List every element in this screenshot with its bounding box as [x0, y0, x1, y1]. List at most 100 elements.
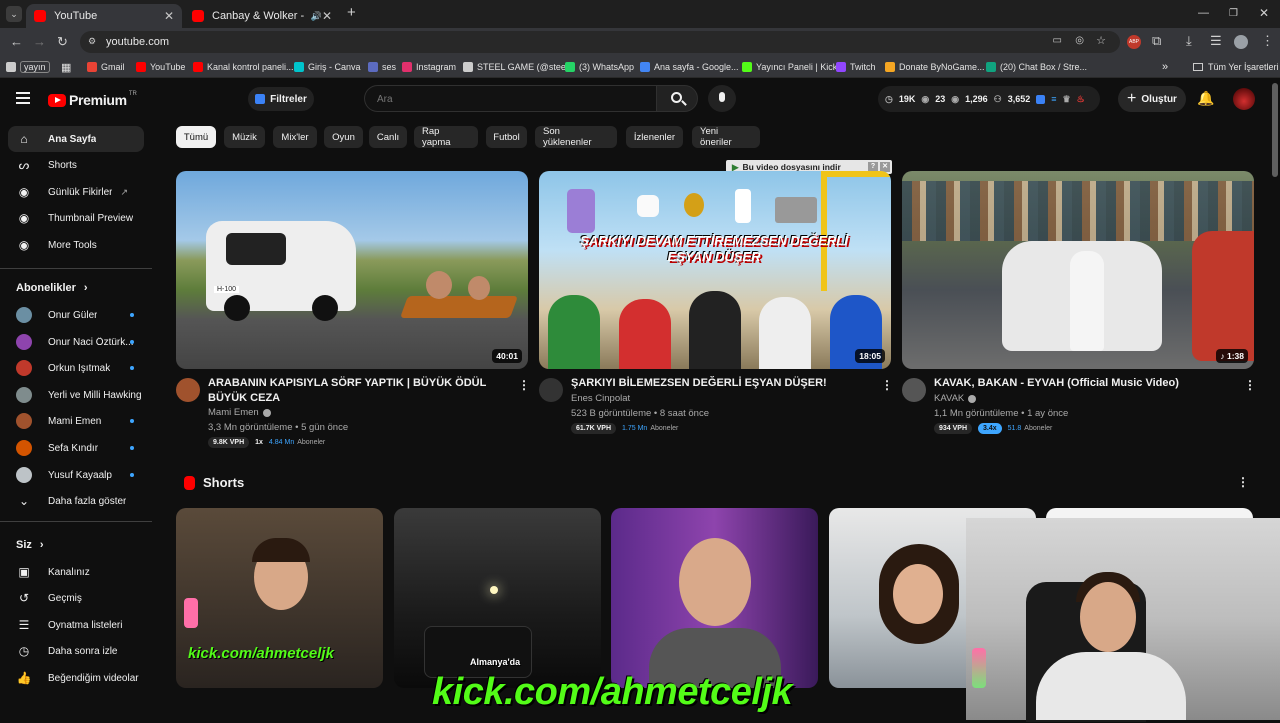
media-icon[interactable]: ☰ — [1210, 34, 1222, 48]
forward-icon[interactable]: → — [33, 35, 46, 49]
video-title[interactable]: ARABANIN KAPISIYLA SÖRF YAPTIK | BÜYÜK Ö… — [208, 376, 504, 406]
sidebar-item[interactable]: Mami Emen — [8, 408, 144, 434]
sidebar-item[interactable]: ᔕ Shorts — [8, 152, 144, 178]
short-card[interactable]: kick.com/ahmetceljk — [176, 508, 383, 688]
bookmark-item[interactable]: Yayıncı Paneli | Kick — [742, 60, 837, 74]
channel-avatar[interactable] — [902, 378, 926, 402]
sidebar-item[interactable]: 👍 Beğendiğim videolar — [8, 665, 144, 691]
new-tab-button[interactable]: + — [347, 5, 356, 20]
sidebar-item[interactable]: ↺ Geçmiş — [8, 585, 144, 611]
filters-button[interactable]: Filtreler — [248, 87, 314, 111]
video-title[interactable]: ŞARKIYI BİLEMEZSEN DEĞERLİ EŞYAN DÜŞER! — [571, 376, 867, 391]
site-info-icon[interactable]: ⚙ — [88, 36, 96, 47]
notifications-bell-icon[interactable]: 🔔 — [1197, 90, 1214, 107]
download-icon[interactable]: ⤓ — [1186, 34, 1192, 48]
you-header[interactable]: Siz › — [16, 539, 44, 551]
profile-avatar-icon[interactable] — [1234, 35, 1248, 49]
bookmark-item[interactable]: Donate ByNoGame... — [885, 60, 985, 74]
youtube-premium-logo[interactable]: Premium TR — [48, 91, 137, 109]
bookmark-item[interactable]: STEEL GAME (@stee... — [463, 60, 573, 74]
search-box[interactable] — [364, 85, 656, 112]
filter-chip[interactable]: Son yüklenenler — [535, 126, 617, 148]
video-thumbnail[interactable]: H-100 40:01 — [176, 171, 528, 369]
close-tab-icon[interactable]: ✕ — [322, 9, 332, 23]
audio-icon[interactable]: 🔊 — [311, 11, 322, 22]
address-bar[interactable]: ⚙ youtube.com ▭ ◎ ☆ — [80, 31, 1120, 53]
bookmark-item[interactable]: (3) WhatsApp — [565, 60, 634, 74]
close-tab-icon[interactable]: ✕ — [164, 9, 174, 23]
bookmark-item[interactable]: ses — [368, 60, 396, 74]
channel-avatar[interactable] — [539, 378, 563, 402]
bookmark-item[interactable]: Giriş - Canva — [294, 60, 361, 74]
filter-chip[interactable]: Rap yapma — [414, 126, 478, 148]
filter-chip[interactable]: Oyun — [324, 126, 363, 148]
video-thumbnail[interactable]: ♪ 1:38 — [902, 171, 1254, 369]
sidebar-item[interactable]: Onur Naci Öztürk... — [8, 329, 144, 355]
video-thumbnail[interactable]: ŞARKIYI DEVAM ETTİREMEZSEN DEĞERLİ EŞYAN… — [539, 171, 891, 369]
tab-search-icon[interactable]: ⌄ — [6, 6, 22, 22]
channel-name[interactable]: Enes Cinpolat — [571, 392, 630, 406]
bookmark-item[interactable]: Instagram — [402, 60, 456, 74]
bookmark-item[interactable]: YouTube — [136, 60, 185, 74]
sidebar-item[interactable]: Onur Güler — [8, 302, 144, 328]
sidebar-item[interactable]: Sefa Kındır — [8, 435, 144, 461]
voice-search-button[interactable] — [708, 85, 736, 112]
channel-name[interactable]: Mami Emen — [208, 406, 271, 420]
video-title[interactable]: KAVAK, BAKAN - EYVAH (Official Music Vid… — [934, 376, 1230, 391]
create-button[interactable]: + Oluştur — [1118, 86, 1186, 112]
sidebar-item[interactable]: ◉ More Tools — [8, 232, 144, 258]
cast-icon[interactable]: ▭ — [1053, 35, 1062, 46]
video-menu-icon[interactable]: ⋮ — [1244, 378, 1256, 392]
scrollbar[interactable] — [1272, 83, 1278, 177]
sidebar-item[interactable]: ▣ Kanalınız — [8, 559, 144, 585]
channel-avatar[interactable] — [176, 378, 200, 402]
filter-chip[interactable]: Canlı — [369, 126, 407, 148]
apps-grid-icon[interactable]: ▦ — [61, 60, 71, 74]
sidebar-item[interactable]: ◷ Daha sonra izle — [8, 638, 144, 664]
account-avatar[interactable] — [1233, 88, 1255, 110]
subscriptions-header[interactable]: Abonelikler › — [16, 282, 88, 294]
tab-canbay-wolker[interactable]: Canbay & Wolker - Bakkal ( 🔊 ✕ — [184, 4, 340, 28]
sidebar-item[interactable]: ◉ Günlük Fikirler ↗ — [8, 179, 144, 205]
hamburger-menu-icon[interactable] — [16, 92, 30, 104]
bookmark-star-icon[interactable]: ☆ — [1096, 34, 1106, 47]
sidebar-item[interactable]: ⌂ Ana Sayfa — [8, 126, 144, 152]
channel-stats-widget[interactable]: ◷ 19K ◉ 23 ◉ 1,296 ⚇ 3,652 ≡ ♛ ♨ — [878, 86, 1100, 112]
sidebar-item[interactable]: Yerli ve Milli Hawking — [8, 382, 144, 408]
channel-name[interactable]: KAVAK — [934, 392, 977, 406]
filter-chip[interactable]: Müzik — [224, 126, 265, 148]
bookmark-yayin[interactable]: yayın — [6, 60, 50, 74]
search-button[interactable] — [656, 85, 698, 112]
sidebar-item[interactable]: ⌄ Daha fazla göster — [8, 488, 144, 514]
bookmark-item[interactable]: (20) Chat Box / Stre... — [986, 60, 1087, 74]
filter-chip[interactable]: Mix'ler — [273, 126, 317, 148]
sidebar-item[interactable]: Orkun Işıtmak — [8, 355, 144, 381]
bookmark-item[interactable]: Kanal kontrol paneli... — [193, 60, 294, 74]
tab-youtube[interactable]: YouTube ✕ — [26, 4, 182, 28]
eye-off-icon[interactable]: ◎ — [1075, 35, 1084, 46]
shorts-menu-icon[interactable]: ⋮ — [1237, 475, 1249, 489]
browser-menu-icon[interactable]: ⋮ — [1261, 34, 1274, 48]
sidebar-item[interactable]: Yusuf Kayaalp — [8, 462, 144, 488]
video-menu-icon[interactable]: ⋮ — [518, 378, 530, 392]
back-icon[interactable]: ← — [10, 35, 23, 49]
search-input[interactable] — [377, 90, 647, 108]
filter-chip[interactable]: İzlenenler — [626, 126, 683, 148]
filter-chip[interactable]: Yeni öneriler — [692, 126, 760, 148]
sidebar-item[interactable]: ◉ Thumbnail Preview — [8, 205, 144, 231]
restore-icon[interactable]: ❐ — [1229, 7, 1238, 21]
extensions-icon[interactable]: ⧉ — [1152, 34, 1161, 48]
close-window-icon[interactable]: ✕ — [1259, 6, 1269, 20]
sidebar-item[interactable]: ☰ Oynatma listeleri — [8, 612, 144, 638]
filter-chip[interactable]: Tümü — [176, 126, 216, 148]
video-menu-icon[interactable]: ⋮ — [881, 378, 893, 392]
short-card[interactable]: Almanya'da — [394, 508, 601, 688]
bookmark-item[interactable]: Ana sayfa - Google... — [640, 60, 739, 74]
bookmark-item[interactable]: Twitch — [836, 60, 876, 74]
bookmark-item[interactable]: Gmail — [87, 60, 125, 74]
more-bookmarks-icon[interactable]: » — [1162, 60, 1168, 74]
all-bookmarks[interactable]: Tüm Yer İşaretleri — [1193, 60, 1279, 74]
filter-chip[interactable]: Futbol — [486, 126, 527, 148]
minimize-icon[interactable]: — — [1198, 6, 1209, 20]
short-card[interactable] — [611, 508, 818, 688]
